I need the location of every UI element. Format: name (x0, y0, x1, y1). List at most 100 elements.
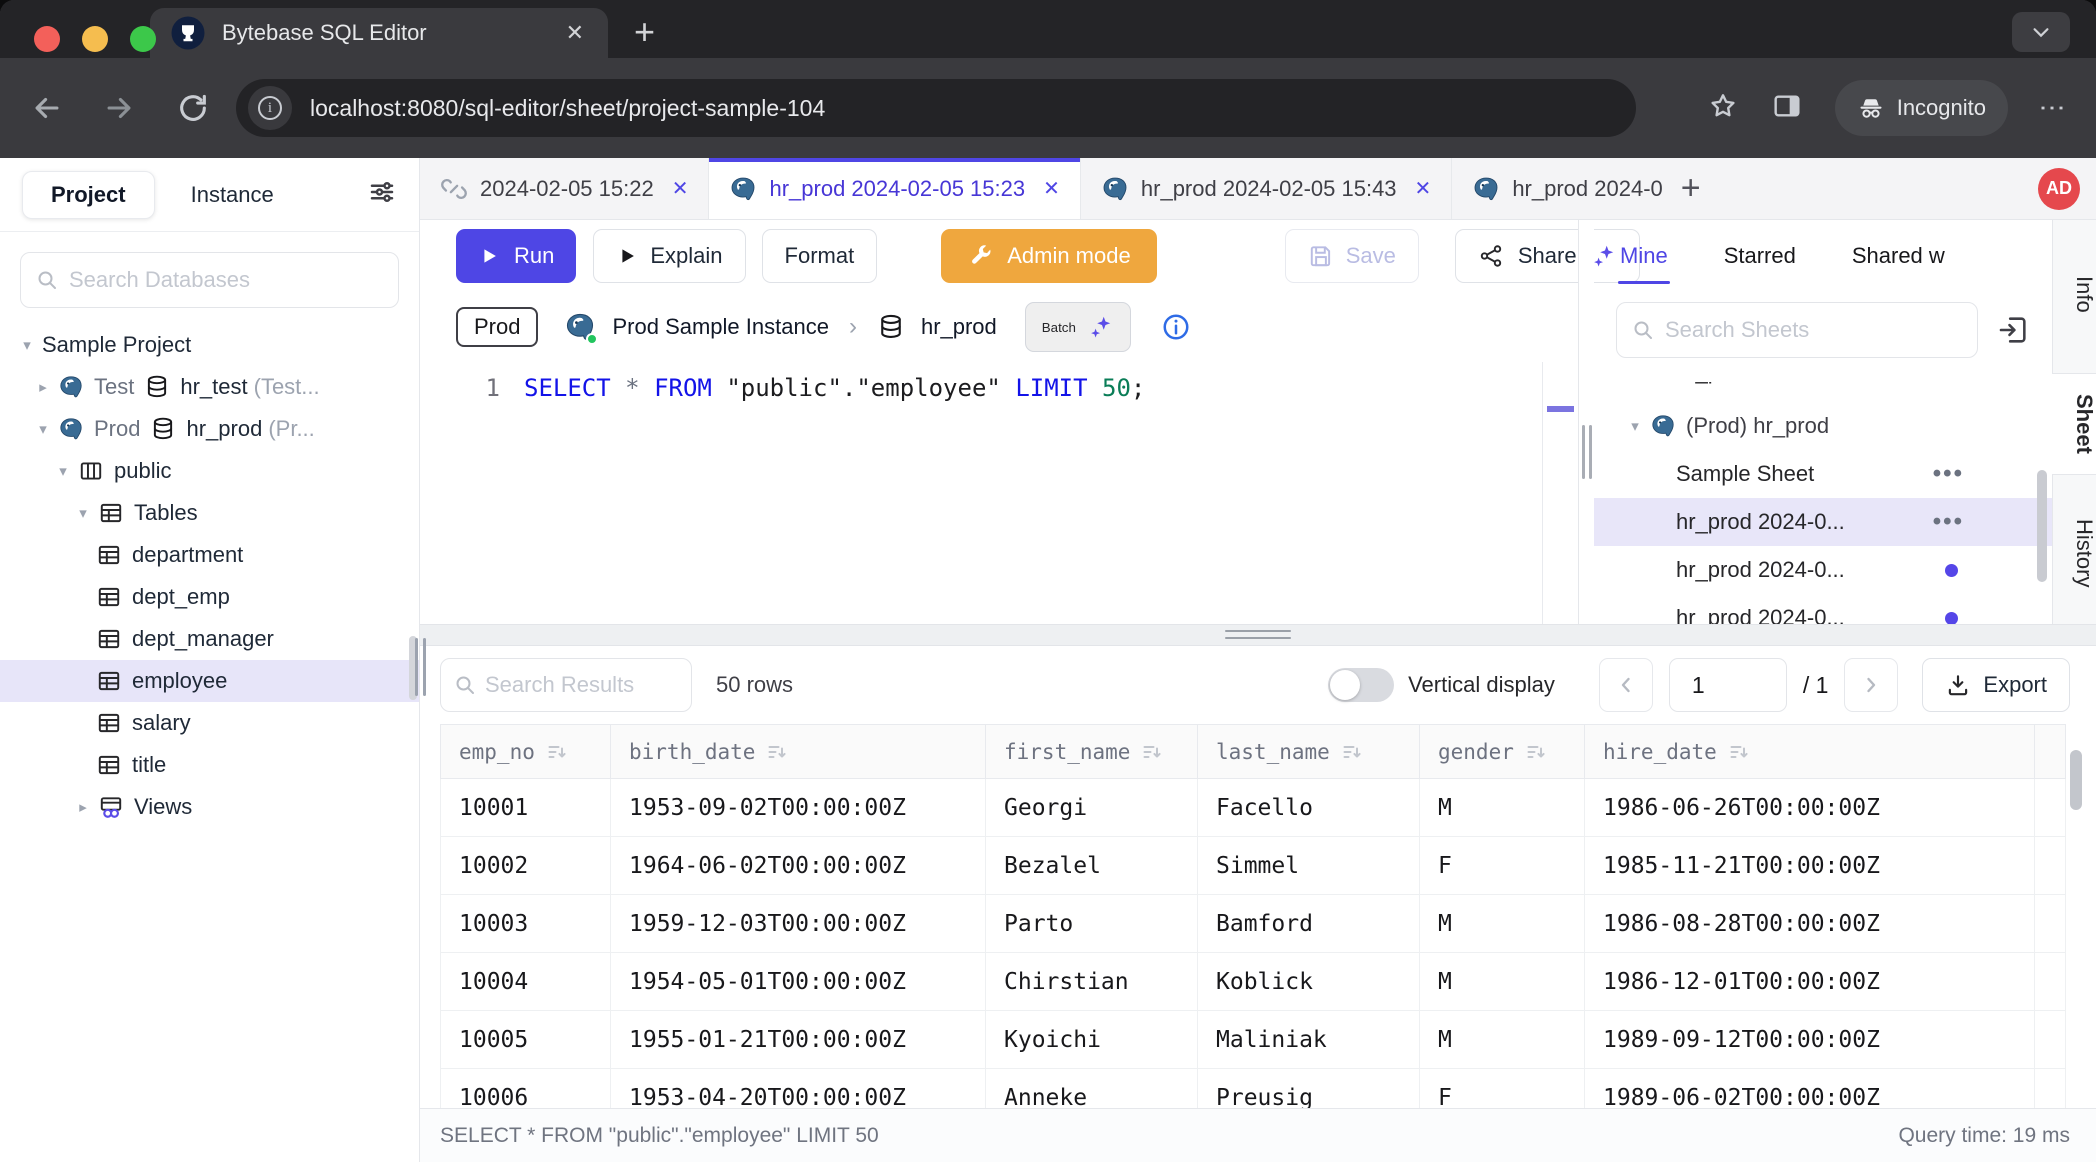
import-sheet-icon[interactable] (1996, 313, 2030, 347)
results-splitter-handle[interactable] (1225, 630, 1291, 639)
close-tab-icon[interactable]: ✕ (672, 176, 689, 201)
right-tab-info[interactable]: Info (2053, 256, 2096, 333)
sheet-item-menu-icon[interactable]: ••• (1933, 508, 1964, 536)
sort-icon[interactable] (545, 740, 569, 764)
column-header-emp_no[interactable]: emp_no (441, 725, 611, 779)
site-info-icon[interactable]: i (248, 86, 292, 130)
tree-item-hr_prod[interactable]: ▾Prodhr_prod(Pr... (0, 408, 419, 450)
close-tab-icon[interactable]: ✕ (1043, 176, 1060, 201)
new-browser-tab-button[interactable]: + (634, 14, 655, 50)
sheet-item-1[interactable]: hr_prod 2024-0... (1594, 382, 2052, 396)
tree-item-views[interactable]: ▸Views (0, 786, 419, 828)
sort-icon[interactable] (1340, 740, 1364, 764)
tree-item-dept_manager[interactable]: dept_manager (0, 618, 419, 660)
editor-tab-3[interactable]: hr_prod 2024-02-05 15:43✕ (1081, 158, 1452, 219)
sort-icon[interactable] (1727, 740, 1751, 764)
database-search-input[interactable] (69, 267, 384, 293)
info-icon[interactable] (1161, 312, 1191, 342)
tab-search-chevron-button[interactable] (2012, 12, 2070, 52)
browser-tab[interactable]: Bytebase SQL Editor ✕ (150, 8, 608, 58)
sheet-item-3[interactable]: Sample Sheet••• (1594, 450, 2052, 498)
tree-item-dept_emp[interactable]: dept_emp (0, 576, 419, 618)
sort-icon[interactable] (1524, 740, 1548, 764)
close-window-button[interactable] (34, 26, 60, 52)
instance-name[interactable]: Prod Sample Instance (612, 314, 828, 340)
sql-code-editor[interactable]: 1 SELECT * FROM "public"."employee" LIMI… (420, 362, 1578, 624)
sheet-item-5[interactable]: hr_prod 2024-0... (1594, 546, 2052, 594)
sheet-item-menu-icon[interactable]: ••• (1933, 460, 1964, 488)
sheet-tab-mine[interactable]: Mine (1620, 220, 1668, 292)
run-button[interactable]: Run (456, 229, 576, 283)
maximize-window-button[interactable] (130, 26, 156, 52)
minimize-window-button[interactable] (82, 26, 108, 52)
environment-chip[interactable]: Prod (456, 307, 538, 347)
editor-overview-ruler[interactable] (1542, 362, 1578, 624)
sheet-tab-shared-w[interactable]: Shared w (1852, 220, 1945, 292)
sheet-tab-starred[interactable]: Starred (1724, 220, 1796, 292)
sheet-search[interactable] (1616, 302, 1978, 358)
export-button[interactable]: Export (1922, 658, 2070, 712)
reload-icon[interactable] (176, 91, 210, 125)
table-row-2[interactable]: 100021964-06-02T00:00:00ZBezalelSimmelF1… (441, 837, 2066, 895)
column-header-birth_date[interactable]: birth_date (611, 725, 986, 779)
column-header-hire_date[interactable]: hire_date (1585, 725, 2035, 779)
results-scrollbar[interactable] (2070, 750, 2082, 810)
next-page-button[interactable] (1844, 658, 1898, 712)
tree-item-salary[interactable]: salary (0, 702, 419, 744)
forward-icon[interactable] (102, 91, 136, 125)
sort-icon[interactable] (765, 740, 789, 764)
results-search-input[interactable] (485, 672, 679, 698)
sheet-search-input[interactable] (1665, 317, 1963, 343)
explain-button[interactable]: Explain (593, 229, 745, 283)
sheet-list-scrollbar[interactable] (2037, 470, 2047, 582)
sidebar-tab-project[interactable]: Project (22, 171, 155, 219)
results-search[interactable] (440, 658, 692, 712)
tree-item-tables[interactable]: ▾Tables (0, 492, 419, 534)
new-sheet-tab-button[interactable]: + (1663, 158, 1719, 219)
close-tab-icon[interactable]: ✕ (1415, 176, 1432, 201)
prev-page-button[interactable] (1599, 658, 1653, 712)
sort-icon[interactable] (1140, 740, 1164, 764)
results-splitter[interactable] (420, 624, 2096, 646)
save-button[interactable]: Save (1285, 229, 1419, 283)
browser-tab-close-icon[interactable]: ✕ (562, 20, 588, 46)
tree-item-title[interactable]: title (0, 744, 419, 786)
column-header-last_name[interactable]: last_name (1198, 725, 1420, 779)
column-header-first_name[interactable]: first_name (986, 725, 1198, 779)
panel-resize-divider[interactable] (1578, 220, 1594, 624)
page-number-input[interactable] (1669, 658, 1787, 712)
right-tab-sheet[interactable]: Sheet (2052, 373, 2096, 475)
table-row-1[interactable]: 100011953-09-02T00:00:00ZGeorgiFacelloM1… (441, 779, 2066, 837)
table-row-3[interactable]: 100031959-12-03T00:00:00ZPartoBamfordM19… (441, 895, 2066, 953)
tree-item-hr_test[interactable]: ▸Testhr_test(Test... (0, 366, 419, 408)
editor-tab-1[interactable]: 2024-02-05 15:22✕ (420, 158, 709, 219)
column-header-gender[interactable]: gender (1420, 725, 1585, 779)
table-row-5[interactable]: 100051955-01-21T00:00:00ZKyoichiMaliniak… (441, 1011, 2066, 1069)
editor-tab-2[interactable]: hr_prod 2024-02-05 15:23✕ (709, 158, 1080, 219)
format-button[interactable]: Format (762, 229, 878, 283)
sheet-item-4[interactable]: hr_prod 2024-0...••• (1594, 498, 2052, 546)
sheet-item-6[interactable]: hr_prod 2024-0... (1594, 594, 2052, 624)
tree-item-department[interactable]: department (0, 534, 419, 576)
right-tab-history[interactable]: History (2053, 499, 2096, 607)
sidebar-tab-instance[interactable]: Instance (169, 172, 296, 218)
side-panel-icon[interactable] (1771, 90, 1803, 127)
database-name[interactable]: hr_prod (921, 314, 997, 340)
sidebar-resize-handle[interactable] (413, 638, 428, 696)
back-icon[interactable] (30, 91, 64, 125)
vertical-display-toggle[interactable] (1328, 668, 1394, 702)
bookmark-star-icon[interactable] (1707, 90, 1739, 127)
filter-sliders-icon[interactable] (367, 177, 397, 212)
tree-item-employee[interactable]: employee (0, 660, 419, 702)
user-avatar[interactable]: AD (2038, 168, 2080, 210)
tree-item-public[interactable]: ▾public (0, 450, 419, 492)
tree-item-sample-project[interactable]: ▾Sample Project (0, 324, 419, 366)
address-bar[interactable]: i localhost:8080/sql-editor/sheet/projec… (236, 79, 1636, 137)
browser-menu-icon[interactable]: ⋮ (2040, 95, 2066, 121)
sheet-item-2[interactable]: ▾(Prod) hr_prod (1594, 402, 2052, 450)
table-row-6[interactable]: 100061953-04-20T00:00:00ZAnnekePreusigF1… (441, 1069, 2066, 1109)
batch-button[interactable]: Batch (1025, 302, 1131, 352)
database-search[interactable] (20, 252, 399, 308)
editor-tab-4[interactable]: hr_prod 2024-0 (1452, 158, 1662, 219)
admin-mode-button[interactable]: Admin mode (941, 229, 1157, 283)
